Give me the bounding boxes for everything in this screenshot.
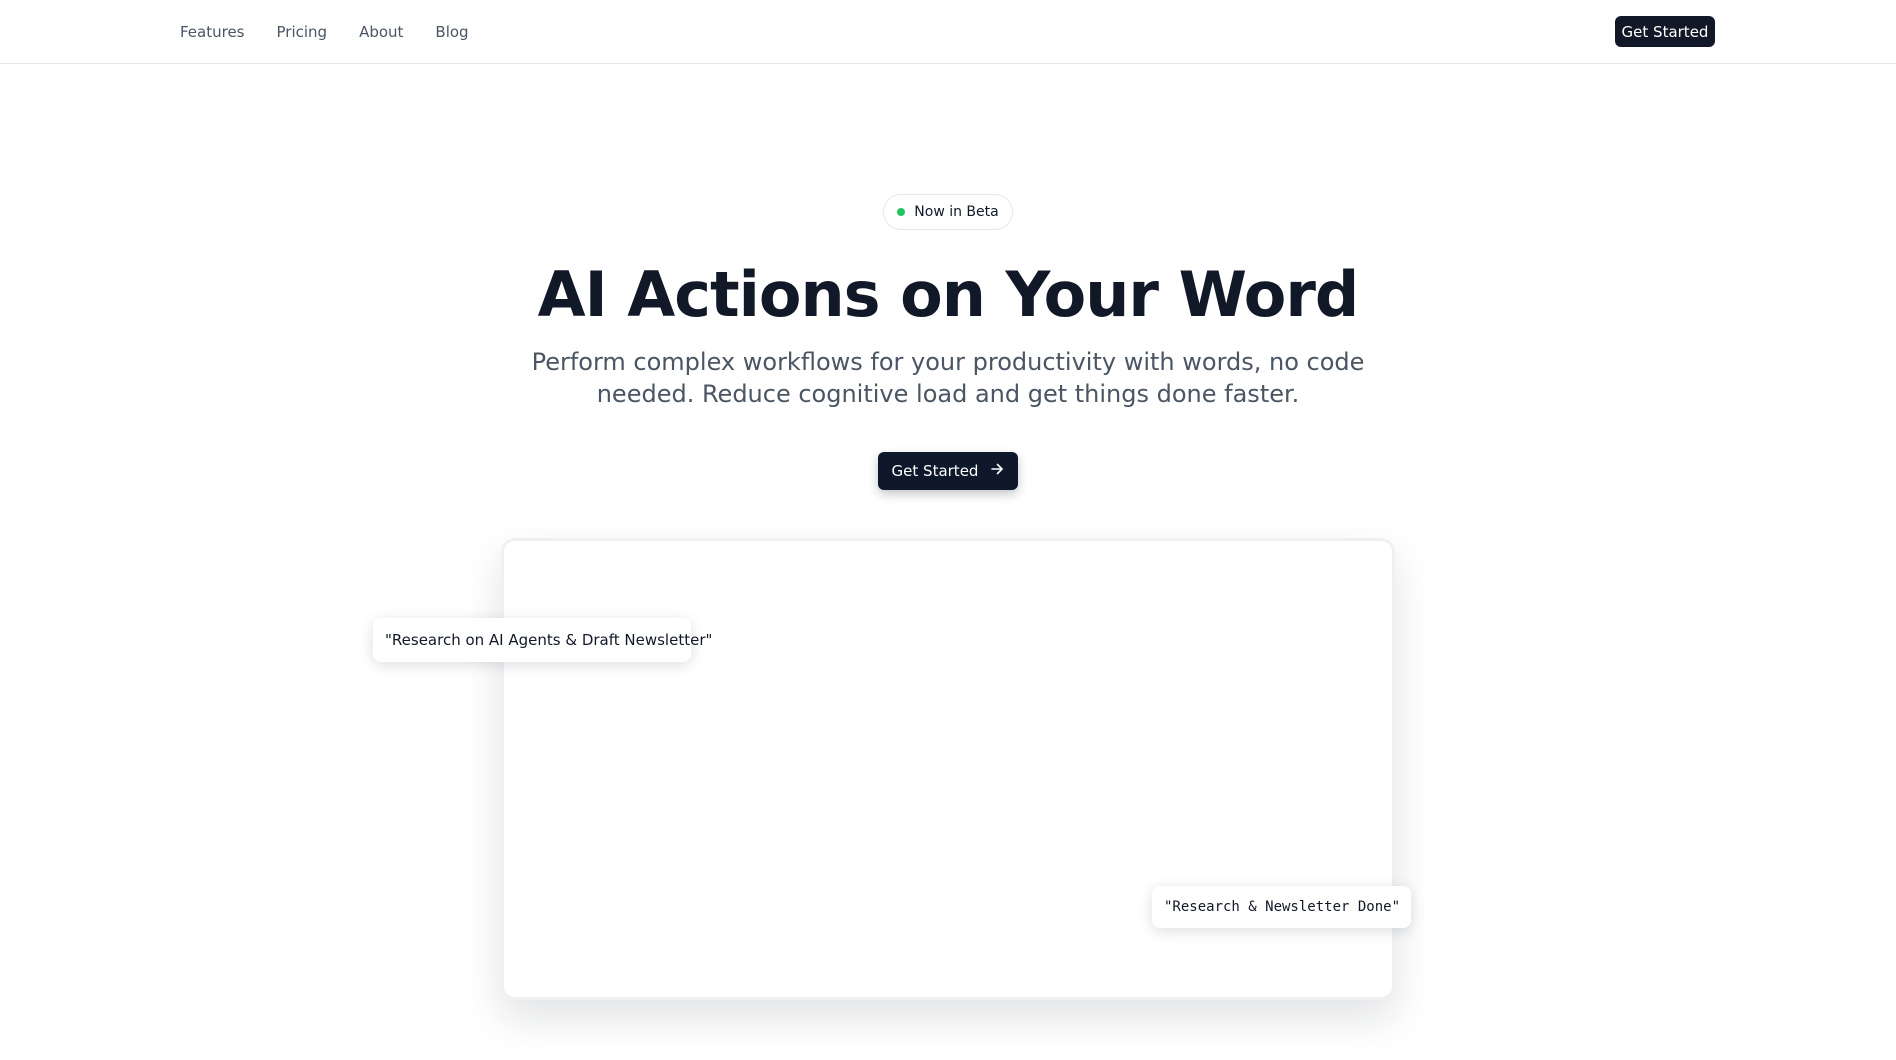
arrow-right-icon <box>990 462 1004 480</box>
hero-subtitle: Perform complex workflows for your produ… <box>531 348 1365 408</box>
hero-get-started-button[interactable]: Get Started <box>878 452 1018 490</box>
hero-get-started-label: Get Started <box>891 462 979 480</box>
beta-badge: Now in Beta <box>883 194 1013 230</box>
result-bubble: "Research & Newsletter Done" <box>1152 886 1411 928</box>
nav-link-pricing[interactable]: Pricing <box>277 23 328 41</box>
nav-link-about[interactable]: About <box>359 23 403 41</box>
beta-badge-label: Now in Beta <box>914 204 999 220</box>
request-bubble: "Research on AI Agents & Draft Newslette… <box>373 618 712 662</box>
demo-preview-card <box>501 538 1395 1000</box>
nav-link-blog[interactable]: Blog <box>435 23 468 41</box>
nav-get-started-button[interactable]: Get Started <box>1615 16 1715 47</box>
status-dot-icon <box>897 208 906 216</box>
top-navbar: Features Pricing About Blog Get Started <box>0 0 1896 64</box>
hero-title: AI Actions on Your Word <box>537 258 1360 331</box>
nav-links: Features Pricing About Blog <box>180 0 501 64</box>
nav-link-features[interactable]: Features <box>180 23 245 41</box>
